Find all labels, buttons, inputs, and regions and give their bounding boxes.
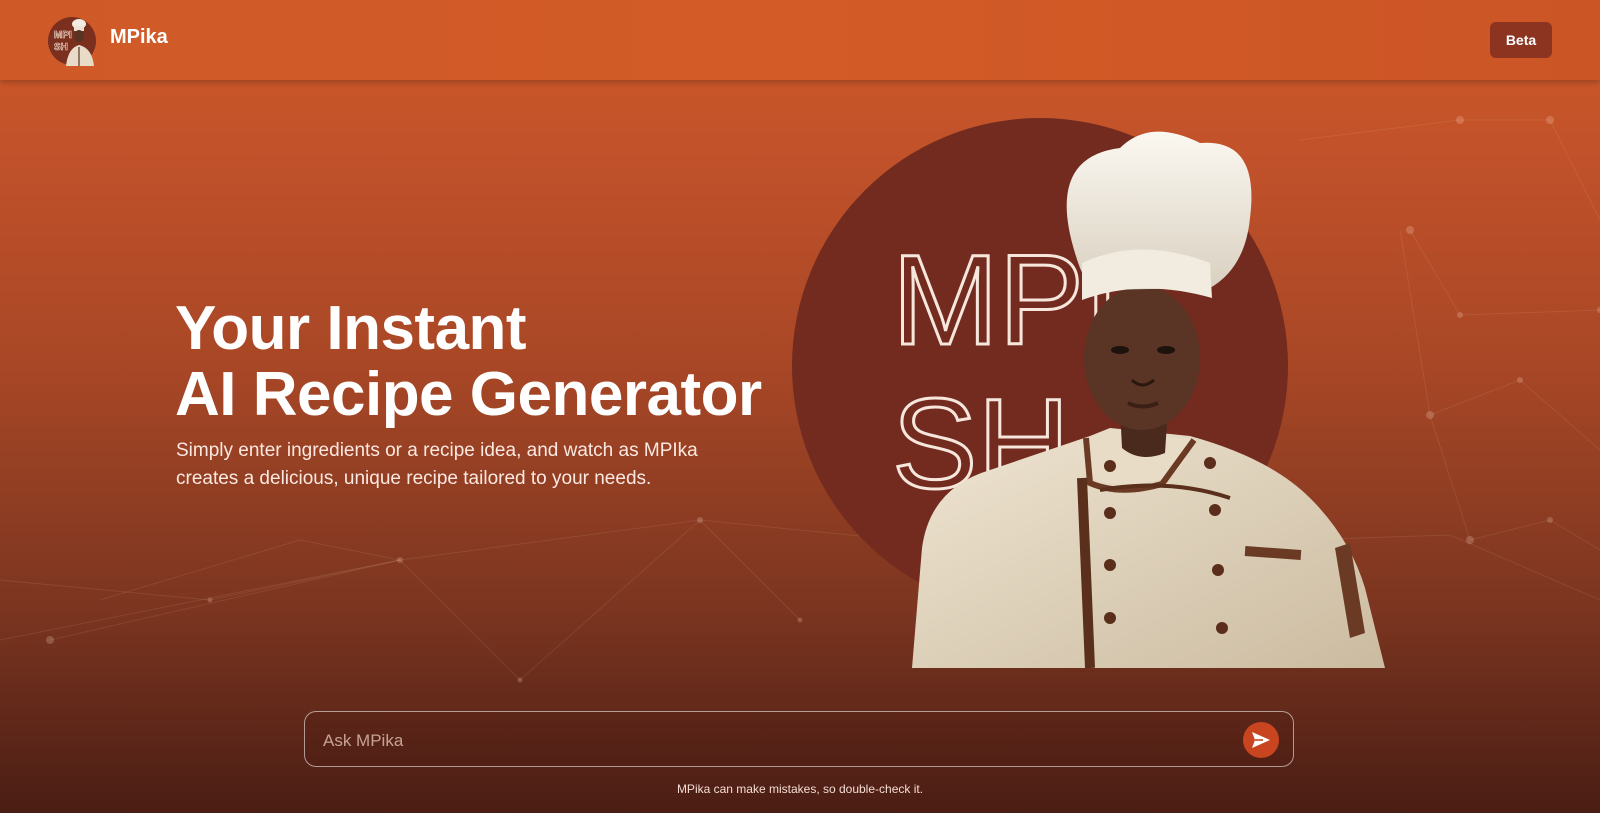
chef-illustration: MPI SH: [792, 118, 1385, 668]
beta-button[interactable]: Beta: [1490, 22, 1552, 58]
svg-text:MPI: MPI: [54, 30, 72, 41]
chat-input-container: [304, 711, 1294, 767]
hero-title: Your Instant AI Recipe Generator: [175, 296, 762, 428]
hero-title-line-2: AI Recipe Generator: [175, 360, 762, 429]
disclaimer-text: MPika can make mistakes, so double-check…: [676, 782, 924, 796]
ask-input[interactable]: [321, 726, 1225, 756]
chef-avatar-logo-icon[interactable]: MPI SH: [48, 16, 100, 66]
top-navbar: MPI SH MPika Beta: [0, 0, 1600, 80]
svg-text:SH: SH: [54, 42, 68, 53]
send-arrow-icon: [1252, 732, 1270, 748]
brand-name[interactable]: MPika: [110, 26, 168, 49]
hero-title-line-1: Your Instant: [175, 294, 527, 363]
send-button[interactable]: [1243, 722, 1279, 758]
hero-subtitle: Simply enter ingredients or a recipe ide…: [176, 440, 698, 489]
